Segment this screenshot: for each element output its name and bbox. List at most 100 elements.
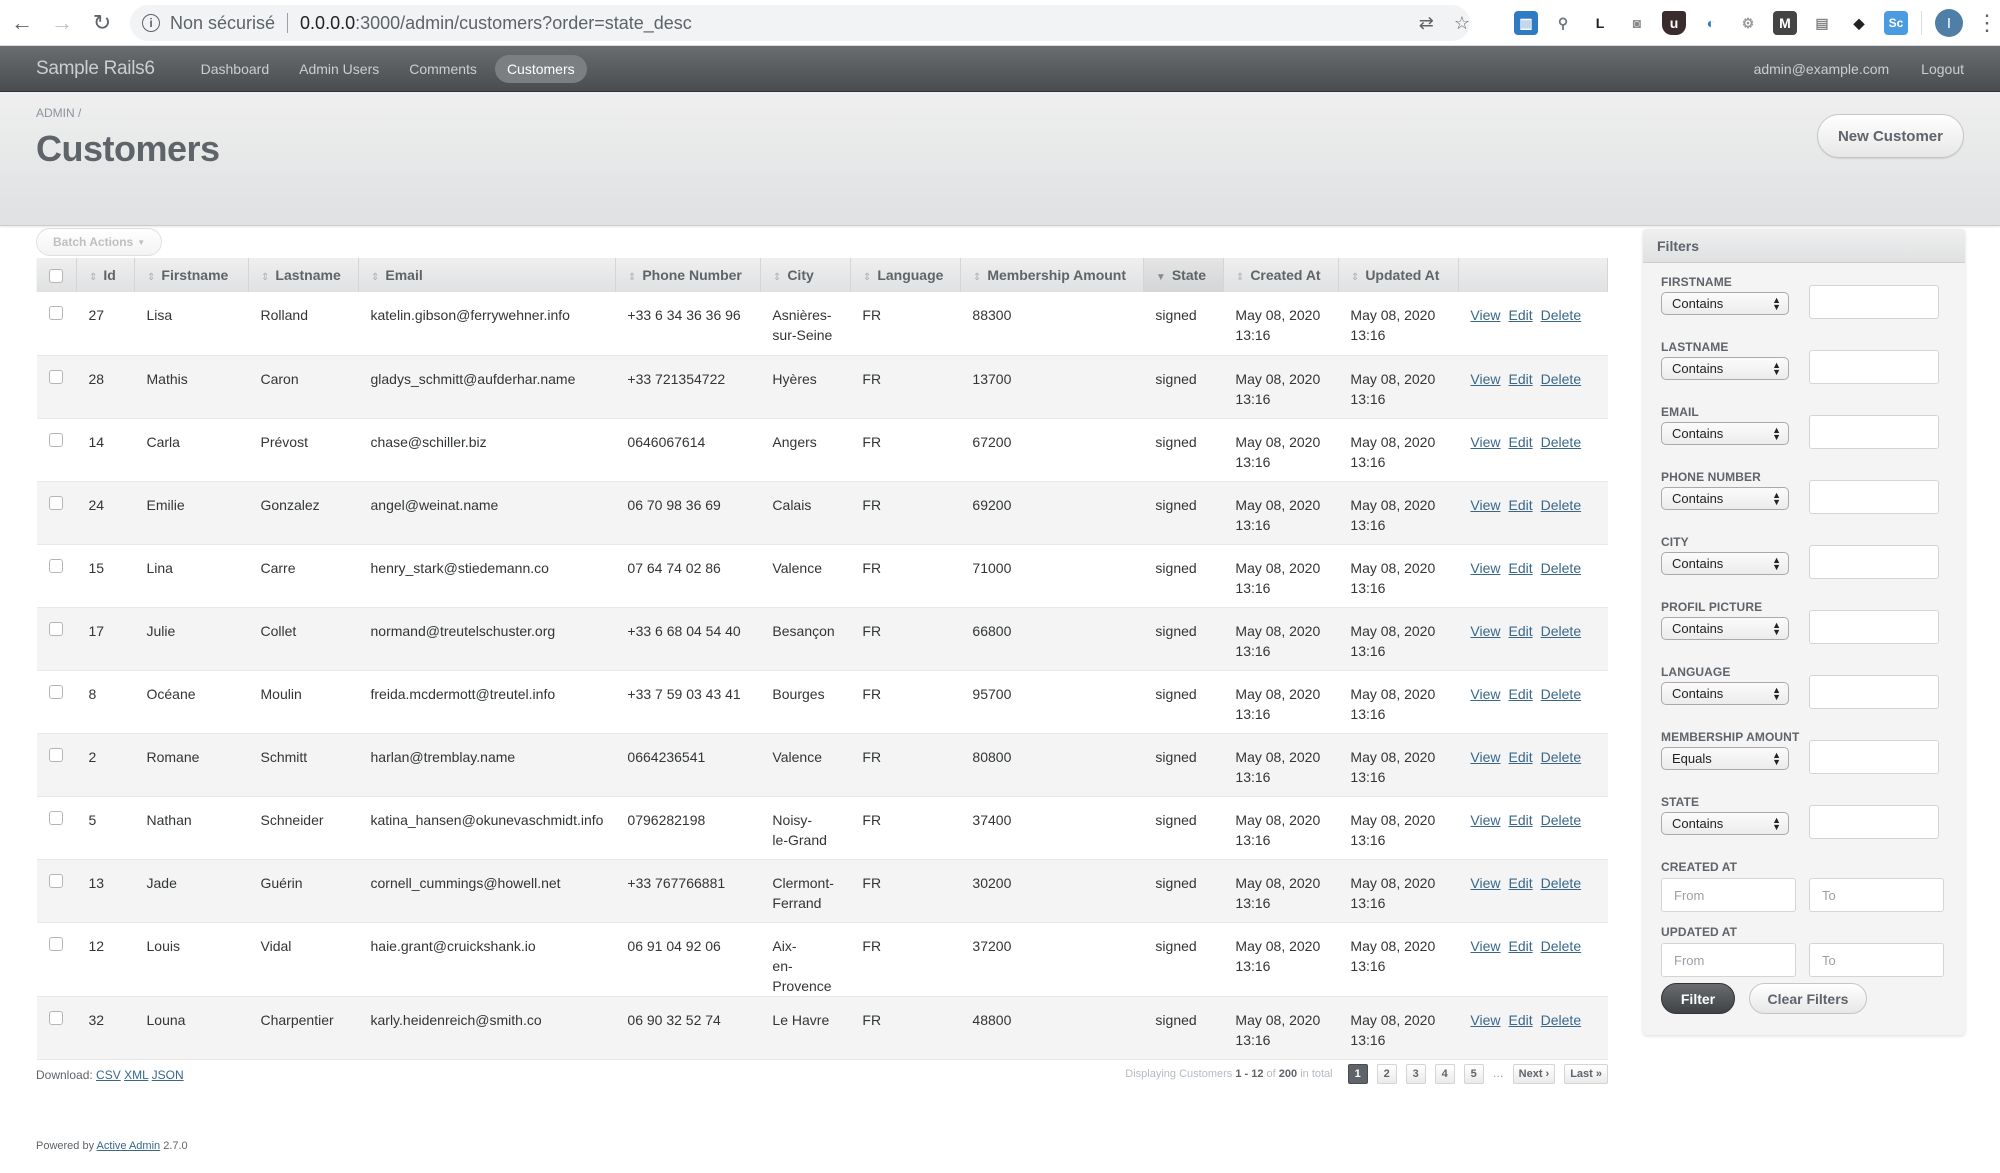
column-header-state[interactable]: ▼ State	[1142, 258, 1224, 292]
column-header-city[interactable]: ⇕ City	[759, 258, 851, 292]
view-link[interactable]: View	[1470, 1012, 1500, 1028]
row-checkbox[interactable]	[48, 432, 63, 447]
edit-link[interactable]: Edit	[1509, 560, 1533, 576]
page-link-2[interactable]: 2	[1376, 1064, 1397, 1084]
delete-link[interactable]: Delete	[1541, 749, 1581, 765]
edit-link[interactable]: Edit	[1509, 623, 1533, 639]
filter-value-input[interactable]	[1809, 740, 1939, 774]
edit-link[interactable]: Edit	[1509, 497, 1533, 513]
download-json-link[interactable]: JSON	[152, 1068, 184, 1082]
column-header-email[interactable]: ⇕ Email	[358, 258, 616, 292]
row-checkbox[interactable]	[48, 684, 63, 699]
tab-dashboard[interactable]: Dashboard	[189, 55, 282, 83]
delete-link[interactable]: Delete	[1541, 1012, 1581, 1028]
filter-operator-select[interactable]: Contains ▲ ▼	[1661, 357, 1789, 380]
row-checkbox[interactable]	[48, 621, 63, 636]
gear-extension-icon[interactable]: ⚙	[1736, 11, 1760, 35]
edit-link[interactable]: Edit	[1509, 938, 1533, 954]
clear-filters-button[interactable]: Clear Filters	[1749, 983, 1867, 1014]
last-page-link[interactable]: Last »	[1564, 1064, 1608, 1084]
sc-extension-icon[interactable]: Sc	[1884, 11, 1908, 35]
date-from-input[interactable]: From	[1661, 878, 1796, 912]
logout-link[interactable]: Logout	[1921, 61, 1964, 77]
delete-link[interactable]: Delete	[1541, 307, 1581, 323]
column-header-id[interactable]: ⇕ Id	[76, 258, 135, 292]
view-link[interactable]: View	[1470, 938, 1500, 954]
filter-value-input[interactable]	[1809, 610, 1939, 644]
view-link[interactable]: View	[1470, 434, 1500, 450]
filter-operator-select[interactable]: Contains ▲ ▼	[1661, 552, 1789, 575]
back-arrow-icon[interactable]: ←	[4, 5, 40, 41]
column-header-language[interactable]: ⇕ Language	[849, 258, 961, 292]
figure-extension-icon[interactable]: ⚲	[1551, 11, 1575, 35]
bookmark-star-icon[interactable]: ☆	[1454, 13, 1470, 34]
filter-value-input[interactable]	[1809, 675, 1939, 709]
date-to-input[interactable]: To	[1809, 878, 1944, 912]
ublock-extension-icon[interactable]: u	[1662, 11, 1686, 35]
view-link[interactable]: View	[1470, 812, 1500, 828]
page-link-1[interactable]: 1	[1347, 1064, 1368, 1084]
row-checkbox[interactable]	[48, 810, 63, 825]
delete-link[interactable]: Delete	[1541, 875, 1581, 891]
view-link[interactable]: View	[1470, 497, 1500, 513]
layout-extension-icon[interactable]: ▤	[1810, 11, 1834, 35]
filter-button[interactable]: Filter	[1661, 983, 1735, 1014]
row-checkbox[interactable]	[48, 936, 63, 951]
date-from-input[interactable]: From	[1661, 943, 1796, 977]
address-bar[interactable]: i Non sécurisé 0.0.0.0:3000/admin/custom…	[130, 5, 1470, 41]
site-title[interactable]: Sample Rails6	[36, 58, 155, 80]
filter-value-input[interactable]	[1809, 415, 1939, 449]
view-link[interactable]: View	[1470, 875, 1500, 891]
date-to-input[interactable]: To	[1809, 943, 1944, 977]
view-link[interactable]: View	[1470, 307, 1500, 323]
filter-value-input[interactable]	[1809, 545, 1939, 579]
filter-operator-select[interactable]: Contains ▲ ▼	[1661, 682, 1789, 705]
edit-link[interactable]: Edit	[1509, 371, 1533, 387]
download-xml-link[interactable]: XML	[124, 1068, 148, 1082]
column-header-phone[interactable]: ⇕ Phone Number	[614, 258, 761, 292]
delete-link[interactable]: Delete	[1541, 497, 1581, 513]
edit-link[interactable]: Edit	[1509, 875, 1533, 891]
filter-operator-select[interactable]: Contains ▲ ▼	[1661, 487, 1789, 510]
reload-icon[interactable]: ↻	[84, 5, 120, 41]
view-link[interactable]: View	[1470, 686, 1500, 702]
password-extension-icon[interactable]: ◐	[1699, 11, 1723, 35]
edit-link[interactable]: Edit	[1509, 749, 1533, 765]
row-checkbox[interactable]	[48, 306, 63, 320]
delete-link[interactable]: Delete	[1541, 938, 1581, 954]
m-extension-icon[interactable]: M	[1773, 11, 1797, 35]
trello-extension-icon[interactable]: ▥	[1514, 11, 1538, 35]
row-checkbox[interactable]	[48, 558, 63, 573]
edit-link[interactable]: Edit	[1509, 686, 1533, 702]
download-csv-link[interactable]: CSV	[96, 1068, 121, 1082]
delete-link[interactable]: Delete	[1541, 623, 1581, 639]
profile-avatar[interactable]: I	[1935, 9, 1963, 37]
delete-link[interactable]: Delete	[1541, 371, 1581, 387]
camera-extension-icon[interactable]: ◙	[1625, 11, 1649, 35]
current-user-link[interactable]: admin@example.com	[1754, 61, 1890, 77]
column-header-updated-at[interactable]: ⇕ Updated At	[1337, 258, 1459, 292]
tab-customers[interactable]: Customers	[494, 54, 587, 83]
view-link[interactable]: View	[1470, 560, 1500, 576]
filter-operator-select[interactable]: Equals ▲ ▼	[1661, 747, 1789, 770]
delete-link[interactable]: Delete	[1541, 434, 1581, 450]
filter-operator-select[interactable]: Contains ▲ ▼	[1661, 812, 1789, 835]
filter-value-input[interactable]	[1809, 805, 1939, 839]
filter-operator-select[interactable]: Contains ▲ ▼	[1661, 292, 1789, 315]
select-all-checkbox[interactable]	[49, 269, 63, 284]
delete-link[interactable]: Delete	[1541, 686, 1581, 702]
page-link-3[interactable]: 3	[1405, 1064, 1426, 1084]
filter-value-input[interactable]	[1809, 480, 1939, 514]
edit-link[interactable]: Edit	[1509, 812, 1533, 828]
l-extension-icon[interactable]: L	[1588, 11, 1612, 35]
kebab-menu-icon[interactable]: ⋮	[1976, 10, 1998, 36]
active-admin-link[interactable]: Active Admin	[97, 1140, 161, 1152]
forward-arrow-icon[interactable]: →	[44, 5, 80, 41]
breadcrumb[interactable]: ADMIN /	[36, 106, 81, 120]
delete-link[interactable]: Delete	[1541, 560, 1581, 576]
delete-link[interactable]: Delete	[1541, 812, 1581, 828]
view-link[interactable]: View	[1470, 371, 1500, 387]
row-checkbox[interactable]	[48, 369, 63, 384]
page-link-4[interactable]: 4	[1434, 1064, 1455, 1084]
row-checkbox[interactable]	[48, 1010, 63, 1025]
